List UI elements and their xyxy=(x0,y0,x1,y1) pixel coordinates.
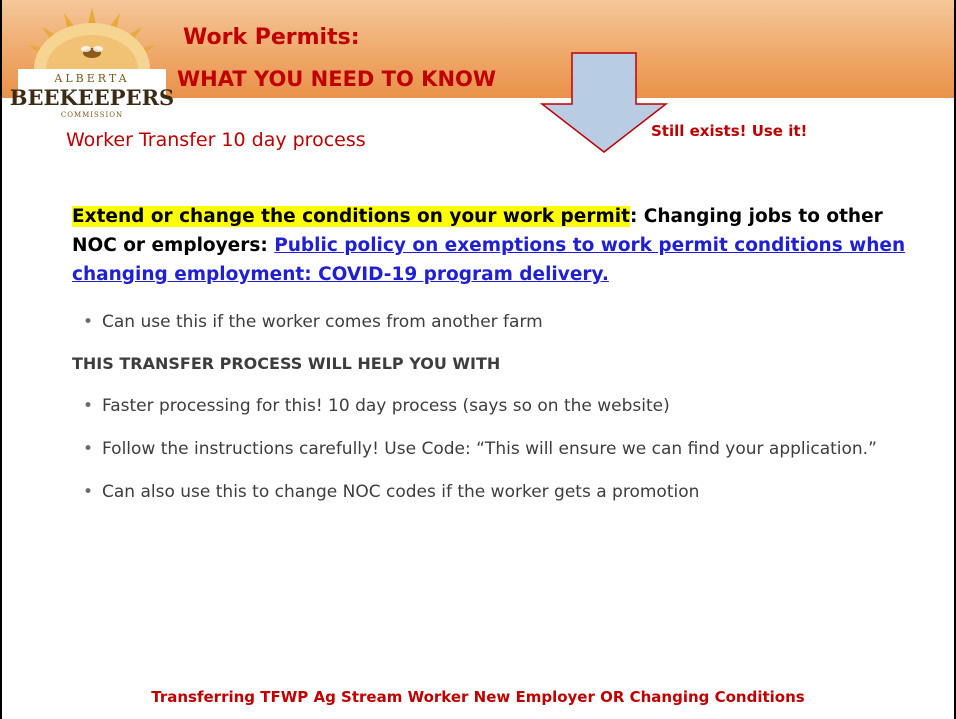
bullet-dot: • xyxy=(83,439,94,459)
bullet-item: • Can use this if the worker comes from … xyxy=(72,309,907,335)
logo-top-text: ALBERTA xyxy=(53,72,129,85)
alberta-beekeepers-logo: ALBERTA BEEKEEPERS COMMISSION xyxy=(10,7,174,123)
bullet-dot: • xyxy=(83,396,94,416)
bullet-text: Can use this if the worker comes from an… xyxy=(102,312,543,332)
callout-note: Still exists! Use it! xyxy=(651,122,808,140)
bullet-text: Faster processing for this! 10 day proce… xyxy=(102,396,670,416)
bullet-dot: • xyxy=(83,482,94,502)
slide-content: Extend or change the conditions on your … xyxy=(72,202,907,522)
slide-footer: Transferring TFWP Ag Stream Worker New E… xyxy=(151,688,805,706)
bullet-dot: • xyxy=(83,312,94,332)
bullet-item: • Can also use this to change NOC codes … xyxy=(72,479,907,505)
bullet-text: Can also use this to change NOC codes if… xyxy=(102,482,700,502)
highlighted-heading: Extend or change the conditions on your … xyxy=(72,206,630,227)
slide: ALBERTA BEEKEEPERS COMMISSION Work Permi… xyxy=(0,0,956,719)
slide-title-line2: WHAT YOU NEED TO KNOW xyxy=(177,67,497,91)
logo-bottom-text: COMMISSION xyxy=(61,111,123,119)
subtitle: Worker Transfer 10 day process xyxy=(66,129,366,151)
logo-main-text: BEEKEEPERS xyxy=(10,85,174,110)
lead-paragraph: Extend or change the conditions on your … xyxy=(72,202,907,289)
slide-border-left xyxy=(0,0,2,719)
bullet-item: • Faster processing for this! 10 day pro… xyxy=(72,393,907,419)
down-arrow-icon xyxy=(540,52,668,153)
bullet-text: Follow the instructions carefully! Use C… xyxy=(102,439,877,459)
bullet-item: • Follow the instructions carefully! Use… xyxy=(72,436,907,462)
section-heading: THIS TRANSFER PROCESS WILL HELP YOU WITH xyxy=(72,354,501,373)
slide-title-line1: Work Permits: xyxy=(183,25,360,50)
